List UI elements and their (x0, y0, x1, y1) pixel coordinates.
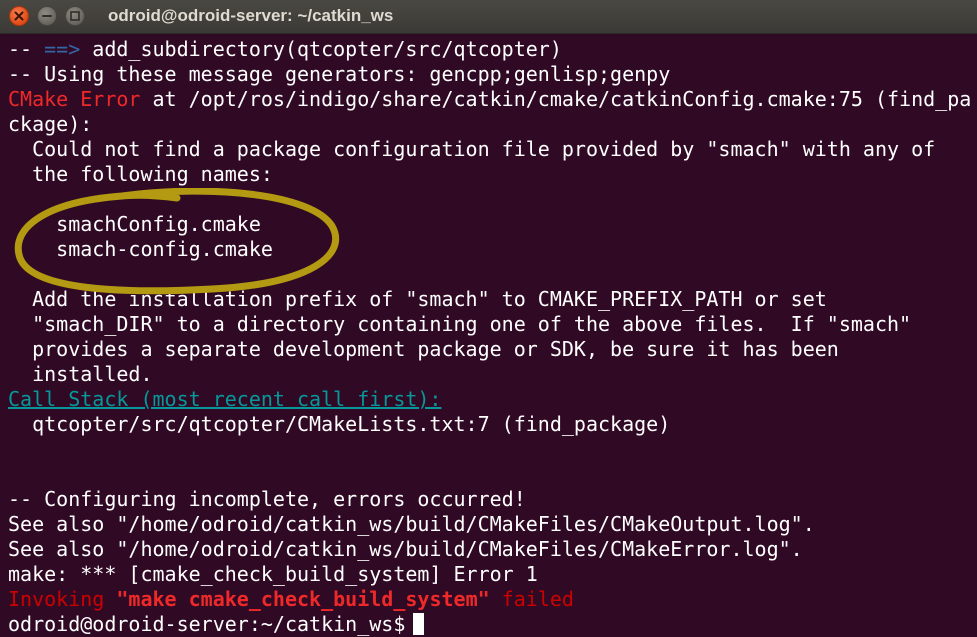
terminal-line: Add the installation prefix of "smach" t… (8, 287, 827, 311)
failed-command: "make cmake_check_build_system" (116, 587, 490, 611)
terminal-line: ckage): (8, 112, 93, 136)
terminal-line: See also "/home/odroid/catkin_ws/build/C… (8, 537, 803, 561)
terminal-line: qtcopter/src/qtcopter/CMakeLists.txt:7 (… (8, 412, 671, 436)
title-bar[interactable]: odroid@odroid-server: ~/catkin_ws (0, 0, 977, 34)
window-title: odroid@odroid-server: ~/catkin_ws (108, 6, 394, 25)
terminal-line: smachConfig.cmake (8, 212, 261, 236)
terminal-line: CMake Error at /opt/ros/indigo/share/cat… (8, 87, 970, 111)
terminal-line: the following names: (8, 162, 273, 186)
close-button[interactable] (9, 6, 29, 26)
minimize-button[interactable] (37, 6, 57, 26)
maximize-icon (70, 11, 80, 21)
terminal-line: Invoking "make cmake_check_build_system"… (8, 587, 574, 611)
terminal-line: make: *** [cmake_check_build_system] Err… (8, 562, 538, 586)
terminal-line: installed. (8, 362, 153, 386)
terminal-line: smach-config.cmake (8, 237, 273, 261)
maximize-button[interactable] (65, 6, 85, 26)
terminal-line: provides a separate development package … (8, 337, 839, 361)
minimize-icon (42, 15, 52, 17)
text-cursor (413, 613, 425, 635)
arrow-marker: ==> (44, 37, 81, 61)
call-stack-header: Call Stack (most recent call first): (8, 387, 442, 411)
scrollbar[interactable] (970, 34, 977, 637)
terminal-window[interactable]: odroid@odroid-server: ~/catkin_ws -- ==>… (0, 0, 977, 637)
cmake-error-label: CMake Error (8, 87, 141, 111)
terminal-line: Could not find a package configuration f… (8, 137, 936, 161)
close-icon (14, 11, 24, 21)
terminal-line: Call Stack (most recent call first): (8, 387, 970, 412)
terminal-line: -- Using these message generators: gencp… (8, 62, 671, 86)
terminal-line: -- Configuring incomplete, errors occurr… (8, 487, 526, 511)
shell-prompt: odroid@odroid-server:~/catkin_ws$ (8, 612, 406, 636)
terminal-line: "smach_DIR" to a directory containing on… (8, 312, 912, 336)
terminal-line: -- ==> add_subdirectory(qtcopter/src/qtc… (8, 37, 562, 61)
terminal-line: See also "/home/odroid/catkin_ws/build/C… (8, 512, 815, 536)
prompt-line[interactable]: odroid@odroid-server:~/catkin_ws$ (8, 612, 970, 637)
terminal-output[interactable]: -- ==> add_subdirectory(qtcopter/src/qtc… (8, 37, 970, 637)
